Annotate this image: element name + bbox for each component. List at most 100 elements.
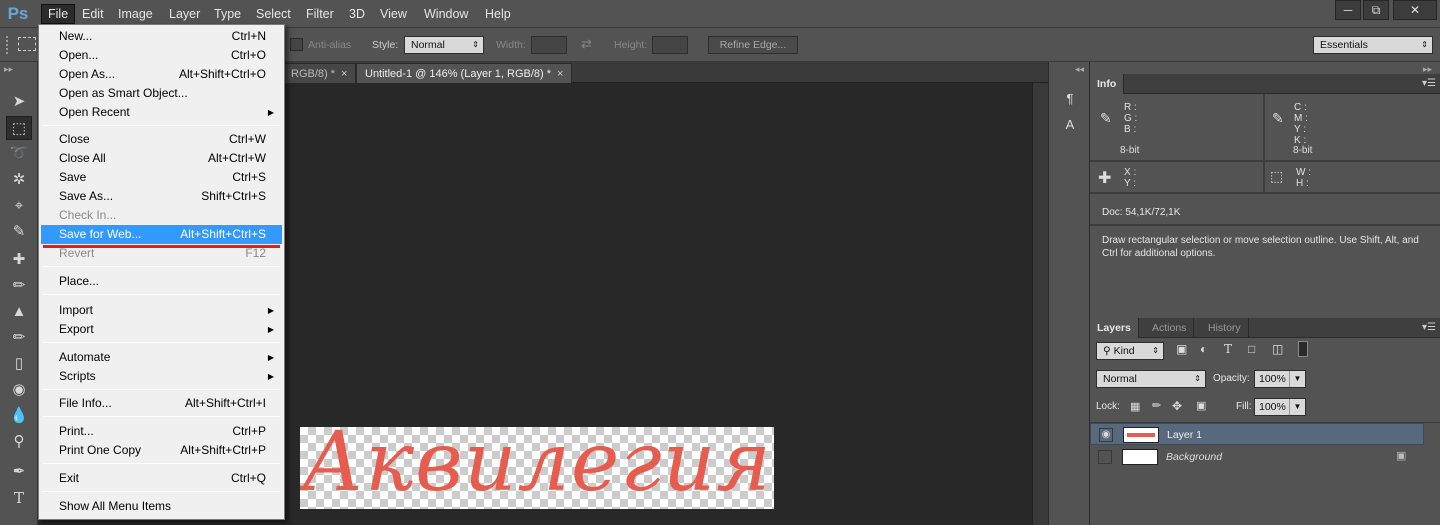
tab-document-2[interactable]: Untitled-1 @ 146% (Layer 1, RGB/8) * × <box>356 63 573 83</box>
pixel-filter-icon[interactable]: ▣ <box>1176 342 1187 356</box>
fill-field[interactable]: 100% ▼ <box>1254 398 1306 416</box>
smart-object-filter-icon[interactable]: ◫ <box>1272 342 1283 356</box>
lasso-tool-icon[interactable]: ➰ <box>6 142 32 166</box>
menu-layer[interactable]: Layer <box>163 4 206 24</box>
document-canvas[interactable]: Аквилегия <box>300 427 774 509</box>
menu-item-open[interactable]: Open... Ctrl+O <box>41 46 282 65</box>
type-filter-icon[interactable]: T <box>1224 342 1232 356</box>
menu-item-save-as[interactable]: Save As... Shift+Ctrl+S <box>41 187 282 206</box>
healing-brush-tool-icon[interactable]: ✚ <box>6 248 32 272</box>
menu-item-export[interactable]: Export ▶ <box>41 320 282 339</box>
menu-item-open-recent[interactable]: Open Recent ▶ <box>41 103 282 122</box>
menu-item-save-for-web[interactable]: Save for Web... Alt+Shift+Ctrl+S <box>41 225 282 244</box>
layer-row-background[interactable]: Background ▣ <box>1090 446 1424 468</box>
antialias-checkbox[interactable] <box>290 38 303 51</box>
minimize-icon[interactable]: ─ <box>1335 0 1361 20</box>
menu-image[interactable]: Image <box>112 4 159 24</box>
menu-window[interactable]: Window <box>418 4 474 24</box>
paint-bucket-tool-icon[interactable]: ◉ <box>6 378 32 402</box>
move-tool-icon[interactable]: ➤ <box>6 90 32 114</box>
tab-info[interactable]: Info <box>1090 74 1125 94</box>
eye-icon[interactable]: ◉ <box>1099 428 1113 442</box>
menu-item-open-as[interactable]: Open As... Alt+Shift+Ctrl+O <box>41 65 282 84</box>
panel-menu-icon[interactable]: ▾☰ <box>1422 78 1436 89</box>
menu-item-open-smart-object[interactable]: Open as Smart Object... <box>41 84 282 103</box>
menu-item-save[interactable]: Save Ctrl+S <box>41 168 282 187</box>
dodge-tool-icon[interactable]: ⚲ <box>6 430 32 454</box>
menu-item-close-all[interactable]: Close All Alt+Ctrl+W <box>41 149 282 168</box>
layer-filter-kind[interactable]: ⚲ Kind ⇕ <box>1096 342 1164 360</box>
eraser-tool-icon[interactable]: ▯ <box>6 352 32 376</box>
marquee-tool-icon[interactable]: ⬚ <box>6 116 32 140</box>
crop-tool-icon[interactable]: ⌖ <box>6 194 32 218</box>
close-icon[interactable]: ✕ <box>1393 0 1437 20</box>
adjustment-filter-icon[interactable]: ◐ <box>1200 342 1207 356</box>
eyedropper-tool-icon[interactable]: ✎ <box>6 220 32 244</box>
menu-item-print[interactable]: Print... Ctrl+P <box>41 422 282 441</box>
layers-panel-tabs: Layers Actions History ▾☰ <box>1090 318 1440 338</box>
opacity-field[interactable]: 100% ▼ <box>1254 370 1306 388</box>
blend-mode-select[interactable]: Normal ⇕ <box>1096 370 1206 388</box>
height-field[interactable] <box>652 36 688 54</box>
menu-item-show-all[interactable]: Show All Menu Items <box>41 497 282 516</box>
collapse-icon[interactable]: ◂◂ <box>1075 64 1084 75</box>
style-select[interactable]: Normal ⇕ <box>404 36 484 54</box>
history-brush-tool-icon[interactable]: ✏ <box>6 326 32 350</box>
tab-history[interactable]: History <box>1201 318 1249 338</box>
menu-item-new[interactable]: New... Ctrl+N <box>41 27 282 46</box>
submenu-arrow-icon: ▶ <box>267 306 274 315</box>
menu-item-file-info[interactable]: File Info... Alt+Shift+Ctrl+I <box>41 394 282 413</box>
menu-item-close[interactable]: Close Ctrl+W <box>41 130 282 149</box>
expand-icon[interactable]: ▸▸ <box>4 64 13 75</box>
blur-tool-icon[interactable]: 💧 <box>6 404 32 428</box>
menu-type[interactable]: Type <box>208 4 247 24</box>
vertical-scrollbar[interactable] <box>1032 83 1048 525</box>
menu-item-place[interactable]: Place... <box>41 272 282 291</box>
menu-item-import[interactable]: Import ▶ <box>41 301 282 320</box>
restore-icon[interactable]: ⧉ <box>1363 0 1389 20</box>
workspace-select[interactable]: Essentials ⇕ <box>1313 36 1433 54</box>
close-tab-icon[interactable]: × <box>557 68 563 80</box>
menu-3d[interactable]: 3D <box>343 4 371 24</box>
menu-item-scripts[interactable]: Scripts ▶ <box>41 367 282 386</box>
tab-actions[interactable]: Actions <box>1145 318 1195 338</box>
menu-help[interactable]: Help <box>479 4 517 24</box>
menu-item-label: Close All <box>59 151 106 165</box>
visibility-toggle[interactable] <box>1098 450 1112 464</box>
width-field[interactable] <box>531 36 567 54</box>
shape-filter-icon[interactable]: □ <box>1248 342 1255 356</box>
type-tool-icon[interactable]: T <box>6 486 32 510</box>
swap-icon[interactable]: ⇄ <box>581 36 592 52</box>
dropdown-arrow-icon[interactable]: ▼ <box>1289 399 1305 415</box>
marquee-preset-icon[interactable] <box>18 37 36 51</box>
tab-layers[interactable]: Layers <box>1090 318 1139 338</box>
menu-view[interactable]: View <box>374 4 413 24</box>
dropdown-arrow-icon[interactable]: ▼ <box>1289 371 1305 387</box>
pen-tool-icon[interactable]: ✒ <box>6 460 32 484</box>
menu-item-automate[interactable]: Automate ▶ <box>41 348 282 367</box>
menu-file[interactable]: File <box>41 4 76 24</box>
close-tab-icon[interactable]: × <box>341 68 347 80</box>
menu-filter[interactable]: Filter <box>300 4 340 24</box>
filter-toggle[interactable] <box>1298 341 1308 357</box>
clone-stamp-tool-icon[interactable]: ▲ <box>6 300 32 324</box>
menu-item-label: Print One Copy <box>59 443 142 457</box>
menu-select[interactable]: Select <box>250 4 297 24</box>
lock-position-icon[interactable]: ✥ <box>1172 399 1182 413</box>
menu-item-print-one-copy[interactable]: Print One Copy Alt+Shift+Ctrl+P <box>41 441 282 460</box>
paragraph-panel-icon[interactable]: ¶ <box>1058 88 1082 110</box>
info-g-label: G : <box>1124 113 1138 124</box>
menu-edit[interactable]: Edit <box>76 4 110 24</box>
layer-thumbnail <box>1122 449 1158 465</box>
brush-tool-icon[interactable]: ✏ <box>6 274 32 298</box>
lock-image-icon[interactable]: ✏ <box>1152 399 1161 412</box>
lock-all-icon[interactable]: ▣ <box>1196 399 1206 412</box>
magic-wand-tool-icon[interactable]: ✲ <box>6 168 32 192</box>
tab-document-1[interactable]: RGB/8) * × <box>282 63 357 83</box>
lock-transparent-icon[interactable]: ▦ <box>1130 400 1140 413</box>
menu-item-exit[interactable]: Exit Ctrl+Q <box>41 469 282 488</box>
refine-edge-button[interactable]: Refine Edge... <box>708 36 798 54</box>
layer-row-layer-1[interactable]: ◉ Layer 1 <box>1090 423 1424 445</box>
panel-menu-icon[interactable]: ▾☰ <box>1422 322 1436 333</box>
character-panel-icon[interactable]: A <box>1058 114 1082 136</box>
